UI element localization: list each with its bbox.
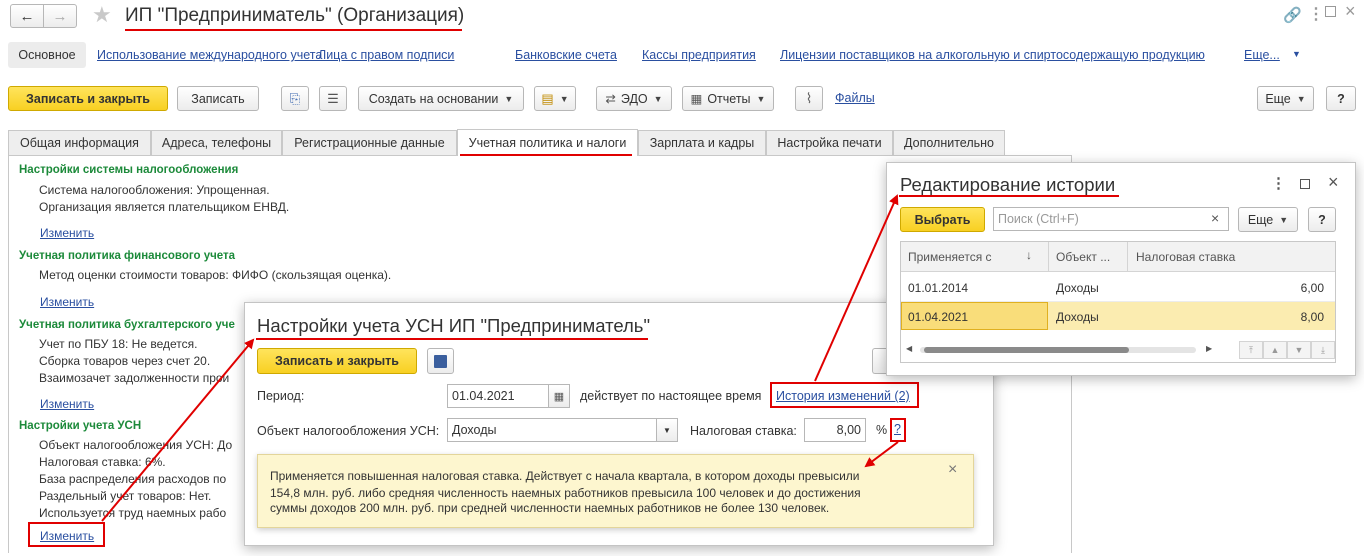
arrow-help-to-tooltip xyxy=(864,441,899,468)
annotation-arrows xyxy=(101,194,899,522)
arrow-history-to-dialog xyxy=(814,194,899,382)
arrow-edit-to-usn-dialog xyxy=(101,338,255,522)
